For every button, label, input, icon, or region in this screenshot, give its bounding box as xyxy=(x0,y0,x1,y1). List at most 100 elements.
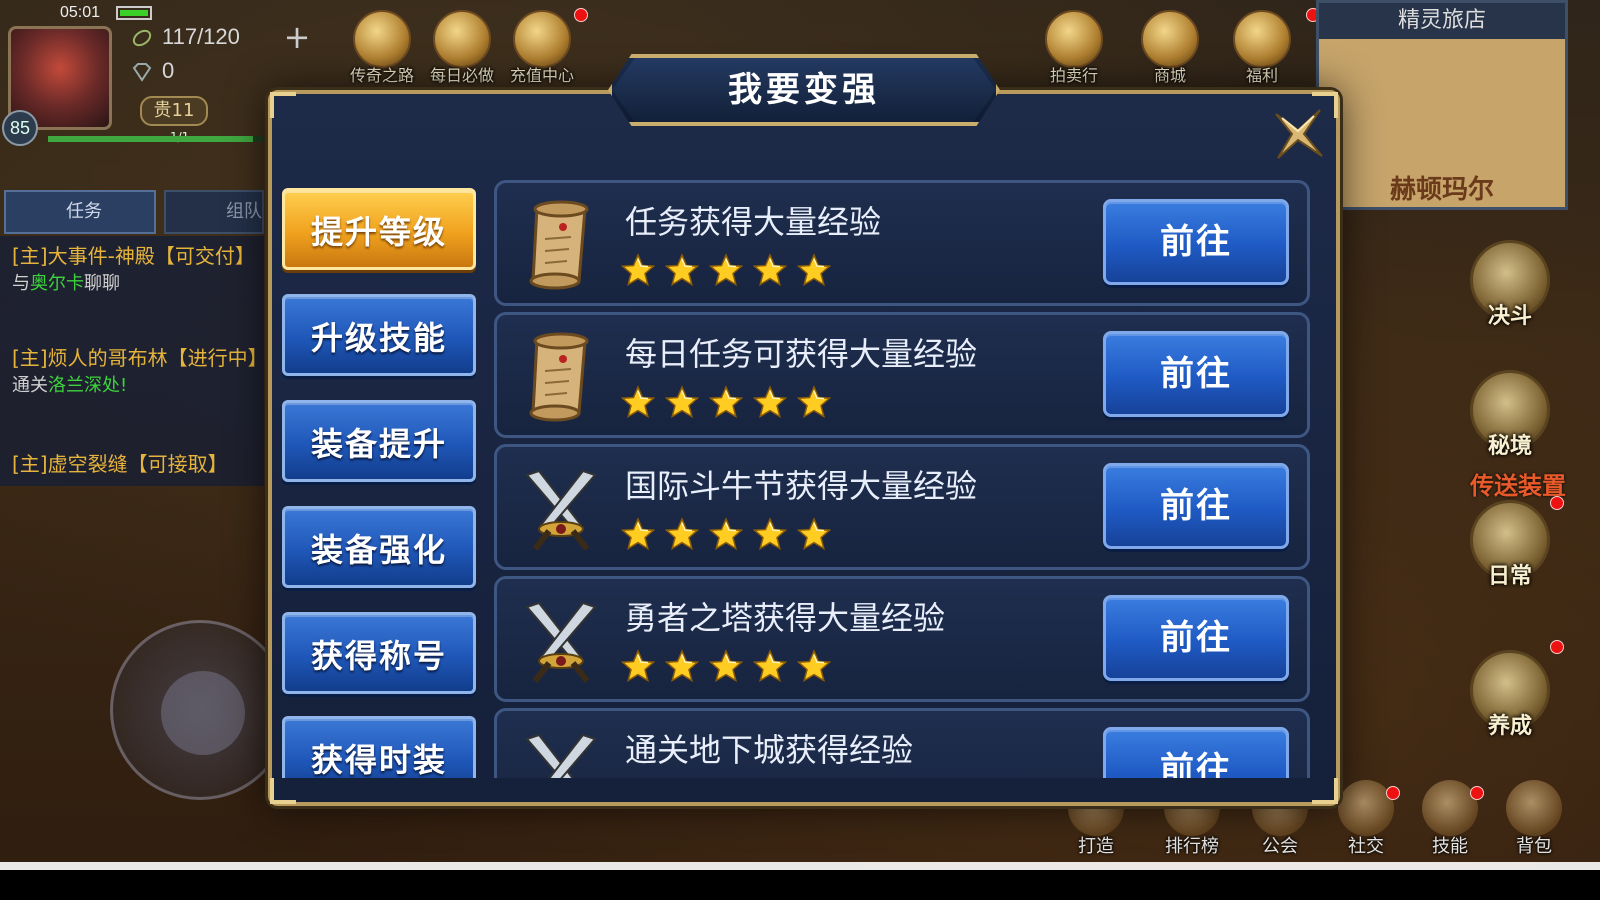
skill-icon xyxy=(1422,780,1478,836)
crossed-swords-icon xyxy=(525,469,597,551)
stamina-display: 117/120 xyxy=(130,24,240,50)
notification-dot xyxy=(1550,496,1564,510)
quest-tabs: 任务 组队 xyxy=(4,190,264,234)
growth-button[interactable]: 养成 xyxy=(1460,650,1560,740)
clock: 05:01 xyxy=(60,4,101,21)
go-button[interactable]: 前往 xyxy=(1103,463,1289,549)
notification-dot xyxy=(574,8,588,22)
top-menu-daily-must-do[interactable]: 每日必做 xyxy=(424,10,500,86)
star-icon xyxy=(796,385,832,419)
quest-item[interactable]: [主]大事件-神殿【可交付】 xyxy=(12,242,262,270)
side-button-label: 秘境 xyxy=(1487,434,1532,459)
top-menu-gift[interactable]: 福利 xyxy=(1224,10,1300,86)
star-icon xyxy=(752,253,788,287)
gift-icon xyxy=(1233,10,1291,68)
top-menu-shop[interactable]: 商城 xyxy=(1132,10,1208,86)
go-button[interactable]: 前往 xyxy=(1103,199,1289,285)
go-button[interactable]: 前往 xyxy=(1103,727,1289,778)
go-button[interactable]: 前往 xyxy=(1103,331,1289,417)
star-icon xyxy=(752,385,788,419)
notification-dot xyxy=(1386,786,1400,800)
tab-get-title[interactable]: 获得称号 xyxy=(282,612,476,694)
list-item: 国际斗牛节获得大量经验 前往 xyxy=(494,444,1310,570)
backpack-icon xyxy=(1506,780,1562,836)
stamina-value: 117/120 xyxy=(162,24,240,49)
scroll-icon xyxy=(529,332,589,422)
crossed-swords-icon xyxy=(525,733,597,778)
method-list[interactable]: 任务获得大量经验 前往 每日任务可获得大量经验 前往 国际斗牛节获得大量经验 前… xyxy=(490,176,1314,778)
star-icon xyxy=(796,649,832,683)
tab-task-label: 任务 xyxy=(66,201,102,222)
tab-equipment-enhance[interactable]: 装备强化 xyxy=(282,506,476,588)
add-stamina-button[interactable]: + xyxy=(282,21,312,54)
side-button-label: 决斗 xyxy=(1487,304,1532,329)
star-icon xyxy=(796,517,832,551)
star-rating xyxy=(620,253,841,293)
star-icon xyxy=(708,517,744,551)
duel-button[interactable]: 决斗 xyxy=(1460,240,1560,330)
quest-item[interactable]: [主]烦人的哥布林【进行中】 xyxy=(12,344,262,372)
noble-rank-badge[interactable]: 贵11 xyxy=(140,96,208,126)
star-rating xyxy=(620,385,841,425)
social-icon xyxy=(1338,780,1394,836)
star-icon xyxy=(620,385,656,419)
tab-upgrade-skill[interactable]: 升级技能 xyxy=(282,294,476,376)
star-icon xyxy=(620,517,656,551)
minimap[interactable]: 精灵旅店 赫顿玛尔 xyxy=(1316,0,1568,210)
top-menu-recharge[interactable]: 充值中心 xyxy=(504,10,580,86)
daily-must-do-icon xyxy=(433,10,491,68)
method-title: 勇者之塔获得大量经验 xyxy=(625,599,946,637)
tab-get-costume[interactable]: 获得时装 xyxy=(282,716,476,778)
tab-equipment-upgrade[interactable]: 装备提升 xyxy=(282,400,476,482)
list-item: 每日任务可获得大量经验 前往 xyxy=(494,312,1310,438)
list-item: 勇者之塔获得大量经验 前往 xyxy=(494,576,1310,702)
minimap-location: 赫顿玛尔 xyxy=(1389,175,1494,205)
star-icon xyxy=(620,649,656,683)
star-icon xyxy=(664,517,700,551)
tab-team[interactable]: 组队 xyxy=(164,190,264,234)
go-button[interactable]: 前往 xyxy=(1103,595,1289,681)
teleport-promo[interactable]: 传送装置 xyxy=(1470,466,1566,501)
scroll-icon xyxy=(529,200,589,290)
joystick-knob[interactable] xyxy=(161,671,245,755)
exp-bar xyxy=(48,136,264,142)
quest-list: [主]大事件-神殿【可交付】 与奥尔卡聊聊 [主]烦人的哥布林【进行中】 通关洛… xyxy=(0,236,264,486)
top-menu-auction[interactable]: 拍卖行 xyxy=(1036,10,1112,86)
side-button-label: 养成 xyxy=(1487,714,1532,739)
shop-icon xyxy=(1141,10,1199,68)
quest-desc: 与奥尔卡聊聊 xyxy=(12,273,120,294)
divider xyxy=(0,862,1600,870)
method-title: 通关地下城获得经验 xyxy=(625,731,914,769)
star-icon xyxy=(708,649,744,683)
backpack-button[interactable]: 背包 xyxy=(1494,780,1574,858)
virtual-joystick[interactable] xyxy=(110,620,290,800)
star-rating xyxy=(620,649,841,689)
stamina-icon xyxy=(132,30,152,47)
close-button[interactable] xyxy=(1268,104,1328,164)
quest-item[interactable]: [主]虚空裂缝【可接取】 xyxy=(12,450,262,478)
method-title: 每日任务可获得大量经验 xyxy=(625,335,978,373)
tab-task[interactable]: 任务 xyxy=(4,190,156,234)
diamond-value: 0 xyxy=(162,58,175,83)
crossed-swords-icon xyxy=(525,601,597,683)
star-icon xyxy=(664,385,700,419)
star-icon xyxy=(796,253,832,287)
top-menu-legend-road[interactable]: 传奇之路 xyxy=(344,10,420,86)
tab-level-up[interactable]: 提升等级 xyxy=(282,188,476,270)
diamond-display: 0 xyxy=(130,58,174,84)
star-rating xyxy=(620,517,841,557)
legend-road-icon xyxy=(353,10,411,68)
diamond-icon xyxy=(132,63,152,82)
star-icon xyxy=(752,649,788,683)
side-button-label: 日常 xyxy=(1487,564,1532,589)
star-icon xyxy=(664,649,700,683)
star-icon xyxy=(752,517,788,551)
close-icon xyxy=(1275,109,1323,159)
star-icon xyxy=(620,253,656,287)
method-title: 任务获得大量经验 xyxy=(625,203,882,241)
secret-realm-button[interactable]: 秘境 xyxy=(1460,370,1560,460)
top-menu-label: 拍卖行 xyxy=(1049,66,1098,85)
star-icon xyxy=(708,385,744,419)
quest-desc: 通关洛兰深处! xyxy=(12,375,128,396)
daily-button[interactable]: 日常 xyxy=(1460,500,1560,590)
